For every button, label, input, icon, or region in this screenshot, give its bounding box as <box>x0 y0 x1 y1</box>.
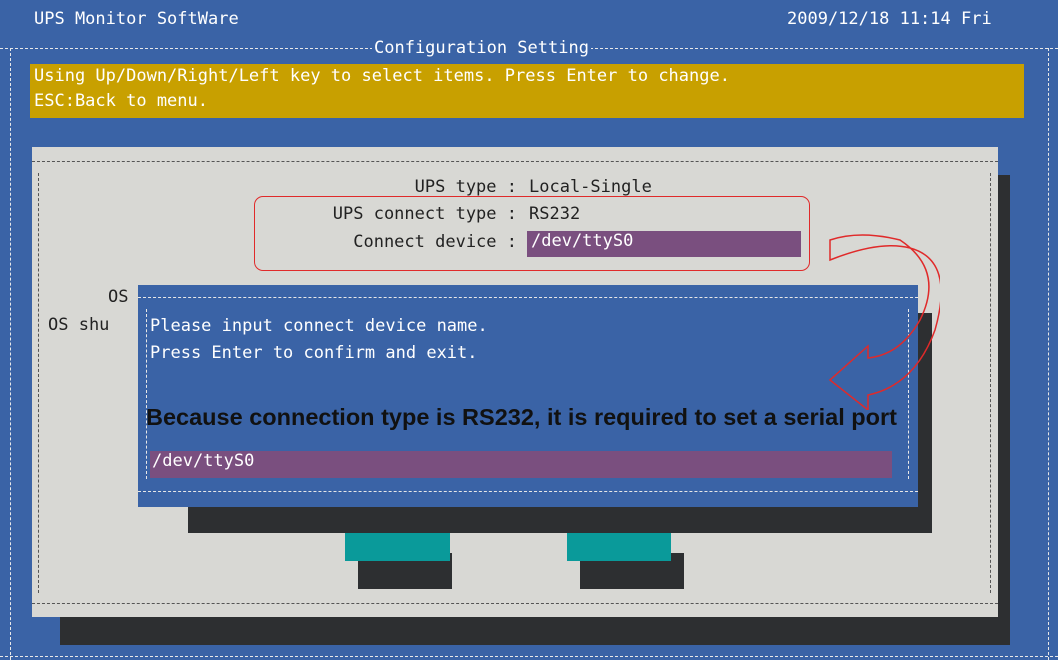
datetime-display: 2009/12/18 11:14 Fri <box>787 9 992 29</box>
title-bar: UPS Monitor SoftWare 2009/12/18 11:14 Fr… <box>0 0 1058 40</box>
window-frame-left <box>10 48 11 660</box>
section-title: Configuration Setting <box>372 38 591 58</box>
dialog-instruction: Please input connect device name. <box>150 316 488 336</box>
dialog-frame-top <box>138 297 918 298</box>
annotation-text: Because connection type is RS232, it is … <box>146 404 897 430</box>
help-text-line: ESC:Back to menu. <box>34 91 208 111</box>
help-text-line: Using Up/Down/Right/Left key to select i… <box>34 66 730 86</box>
ups-type-value[interactable]: Local-Single <box>529 177 652 197</box>
cancel-button[interactable] <box>567 533 671 561</box>
window-frame-right <box>1048 48 1049 660</box>
ok-button[interactable] <box>345 533 450 561</box>
ups-type-label: UPS type : <box>414 177 517 197</box>
input-dialog: Please input connect device name. Press … <box>138 285 918 507</box>
app-title: UPS Monitor SoftWare <box>34 9 239 29</box>
panel-frame-bottom <box>32 603 998 604</box>
panel-frame-top <box>32 161 998 162</box>
os-setting-label-partial: OS <box>108 287 129 307</box>
panel-frame-right <box>990 173 991 593</box>
help-banner: Using Up/Down/Right/Left key to select i… <box>30 64 1024 118</box>
os-shutdown-label-partial: OS shu <box>48 315 110 335</box>
device-name-input[interactable]: /dev/ttyS0 <box>150 451 892 478</box>
curved-arrow-icon <box>828 234 940 410</box>
dialog-instruction: Press Enter to confirm and exit. <box>150 343 478 363</box>
window-frame-bottom <box>0 656 1058 657</box>
connection-highlight-box <box>254 196 810 271</box>
dialog-frame-bottom <box>138 491 918 492</box>
dialog-frame-left <box>146 309 147 479</box>
